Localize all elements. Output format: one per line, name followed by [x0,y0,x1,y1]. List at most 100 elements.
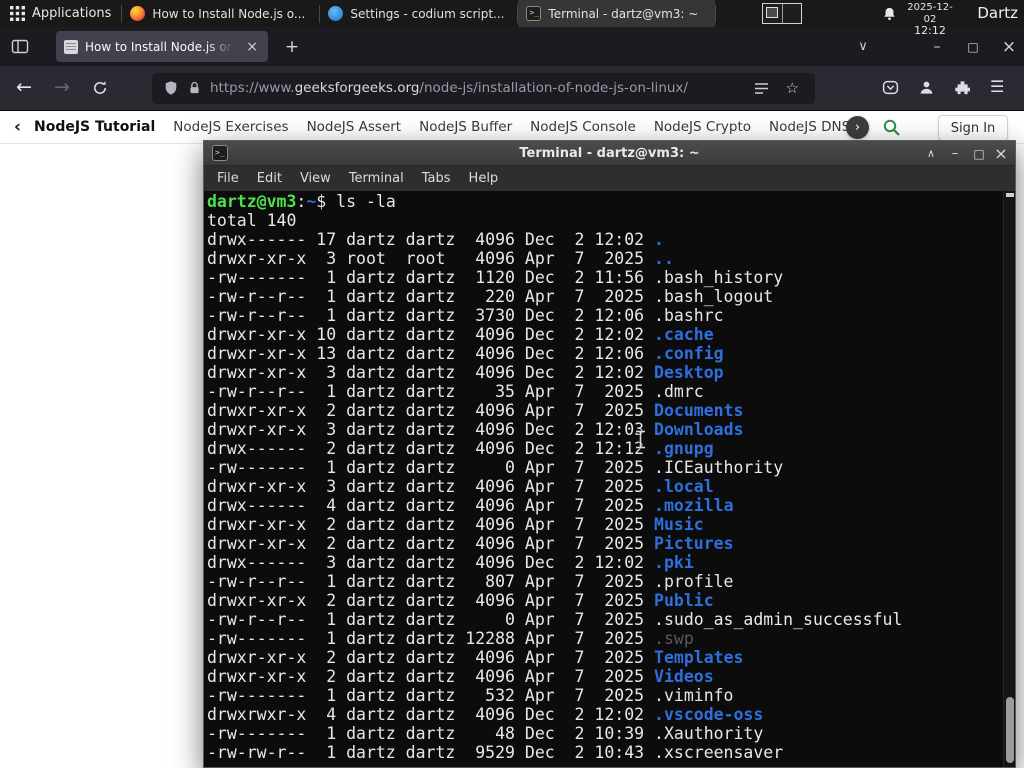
terminal-line: total 140 [207,211,297,230]
applications-menu-button[interactable]: Applications [0,0,121,27]
workspace-switcher[interactable] [762,3,802,24]
site-nav-item-nodejs-assert[interactable]: NodeJS Assert [307,119,402,135]
clock-date: 2025-12-02 [907,2,953,25]
scrollbar-tick [1006,193,1014,197]
mouse-cursor-ibeam [636,430,645,449]
window-maximize-button[interactable]: □ [958,31,988,62]
terminal-line: drwxr-xr-x 10 dartz dartz 4096 Dec 2 12:… [207,325,714,344]
bookmark-star-icon[interactable]: ☆ [786,73,799,104]
top-panel: Applications How to Install Node.js o...… [0,0,1024,37]
taskbar-item-how-to-install-node-js-o[interactable]: How to Install Node.js o... [122,0,319,27]
site-nav-item-nodejs-buffer[interactable]: NodeJS Buffer [419,119,512,135]
site-nav-item-nodejs-tutorial[interactable]: NodeJS Tutorial [34,119,155,135]
applications-grid-icon [10,6,25,21]
list-all-tabs-icon[interactable]: ∨ [850,31,876,62]
terminal-icon [526,6,542,21]
terminal-line: -rw------- 1 dartz dartz 12288 Apr 7 202… [207,629,694,648]
url-text: https://www.geeksforgeeks.org/node-js/in… [210,73,688,104]
terminal-line: drwxr-xr-x 2 dartz dartz 4096 Apr 7 2025… [207,534,734,553]
terminal-minimize-button[interactable]: – [943,141,967,166]
tab-title: How to Install Node.js on [85,39,235,54]
terminal-shade-button[interactable]: ∧ [919,141,943,166]
menu-item-help[interactable]: Help [460,166,508,191]
terminal-line: -rw-rw-r-- 1 dartz dartz 9529 Dec 2 10:4… [207,743,784,762]
terminal-line: -rw-r--r-- 1 dartz dartz 807 Apr 7 2025 … [207,572,734,591]
workspace-1[interactable] [763,4,783,23]
site-search-icon[interactable] [882,118,901,137]
workspace-2[interactable] [783,4,802,23]
new-tab-button[interactable]: + [280,35,304,59]
terminal-line: drwxr-xr-x 3 dartz dartz 4096 Dec 2 12:0… [207,363,724,382]
lock-icon[interactable] [187,80,202,96]
site-nav-item-nodejs-dns[interactable]: NodeJS DNS [769,119,850,135]
terminal-line: drwx------ 2 dartz dartz 4096 Dec 2 12:1… [207,439,714,458]
terminal-window: Terminal - dartz@vm3: ~ ∧ – □ × FileEdit… [203,140,1016,768]
menu-item-edit[interactable]: Edit [248,166,291,191]
browser-toolbar: ← → https://www.geeksforgeeks.org/node-j… [0,66,1024,111]
menu-item-view[interactable]: View [291,166,340,191]
tracking-shield-icon[interactable] [163,80,179,97]
terminal-line: -rw-r--r-- 1 dartz dartz 3730 Dec 2 12:0… [207,306,724,325]
menu-item-terminal[interactable]: Terminal [340,166,413,191]
terminal-line: -rw------- 1 dartz dartz 48 Dec 2 10:39 … [207,724,764,743]
tab-close-icon[interactable]: × [244,39,260,55]
terminal-line: drwxrwxr-x 4 dartz dartz 4096 Dec 2 12:0… [207,705,764,724]
terminal-line: -rw-r--r-- 1 dartz dartz 35 Apr 7 2025 .… [207,382,704,401]
menu-item-tabs[interactable]: Tabs [413,166,460,191]
taskbar-item-label: Terminal - dartz@vm3: ~ [548,6,699,21]
terminal-window-title: Terminal - dartz@vm3: ~ [519,145,700,161]
url-protocol: https://www. [210,80,295,96]
notification-bell-icon[interactable] [882,6,897,22]
site-nav-item-nodejs-exercises[interactable]: NodeJS Exercises [173,119,288,135]
panel-task-list: How to Install Node.js o... Settings - co… [122,0,716,27]
terminal-maximize-button[interactable]: □ [967,141,991,166]
menu-item-file[interactable]: File [208,166,248,191]
url-bar[interactable]: https://www.geeksforgeeks.org/node-js/in… [152,73,815,104]
firefox-icon [130,6,146,21]
applications-menu-label: Applications [32,6,112,21]
terminal-close-button[interactable]: × [989,141,1013,166]
panel-separator [715,4,717,23]
reload-icon[interactable] [92,80,108,96]
screen: Applications How to Install Node.js o...… [0,0,1024,768]
terminal-scrollbar[interactable] [1003,191,1015,767]
taskbar-item-label: Settings - codium script... [350,6,505,21]
terminal-line: drwxr-xr-x 2 dartz dartz 4096 Apr 7 2025… [207,515,704,534]
extensions-puzzle-icon[interactable] [954,79,971,96]
scrollbar-thumb[interactable] [1006,697,1014,763]
terminal-titlebar[interactable]: Terminal - dartz@vm3: ~ ∧ – □ × [204,141,1015,166]
terminal-line: drwxr-xr-x 2 dartz dartz 4096 Apr 7 2025… [207,591,714,610]
firefox-view-icon[interactable] [10,37,30,56]
browser-tab-bar: How to Install Node.js on × + ∨ – □ × [0,27,1024,66]
site-nav-items: NodeJS Tutorial NodeJS Exercises NodeJS As… [34,119,852,135]
nav-scroll-left-icon[interactable]: ‹ [14,117,21,137]
terminal-app-icon [212,145,228,161]
terminal-output: dartz@vm3:~$ ls -la total 140 drwx------ 1… [205,191,1002,767]
terminal-menubar-items: File Edit View Terminal Tabs Help [204,166,1015,191]
reader-mode-icon[interactable] [754,81,769,96]
clock-time: 12:12 [914,24,946,37]
workspace-window-thumb [766,7,778,18]
terminal-line: drwxr-xr-x 2 dartz dartz 4096 Apr 7 2025… [207,401,744,420]
back-button[interactable]: ← [16,76,32,98]
terminal-line: -rw-r--r-- 1 dartz dartz 220 Apr 7 2025 … [207,287,774,306]
menu-hamburger-icon[interactable]: ☰ [990,77,1004,96]
nav-scroll-right-icon[interactable]: › [846,116,869,139]
account-icon[interactable] [918,79,935,96]
taskbar-item-settings-codium-script[interactable]: Settings - codium script... [320,0,517,27]
window-close-button[interactable]: × [994,31,1024,62]
forward-button[interactable]: → [54,76,70,98]
terminal-line: drwx------ 3 dartz dartz 4096 Dec 2 12:0… [207,553,694,572]
terminal-line: dartz@vm3:~$ ls -la [207,192,396,211]
terminal-line: drwxr-xr-x 2 dartz dartz 4096 Apr 7 2025… [207,667,714,686]
site-nav-item-nodejs-crypto[interactable]: NodeJS Crypto [654,119,751,135]
pocket-icon[interactable] [882,79,899,96]
taskbar-item-terminal-dartz-vm3[interactable]: Terminal - dartz@vm3: ~ [518,0,716,27]
panel-clock[interactable]: 2025-12-02 12:12 [901,2,959,38]
sign-in-button[interactable]: Sign In [938,115,1008,141]
terminal-line: drwxr-xr-x 3 root root 4096 Apr 7 2025 .… [207,249,674,268]
panel-user-name: Dartz [977,4,1018,22]
browser-tab[interactable]: How to Install Node.js on × [56,31,268,62]
terminal-line: drwxr-xr-x 13 dartz dartz 4096 Dec 2 12:… [207,344,724,363]
site-nav-item-nodejs-console[interactable]: NodeJS Console [530,119,636,135]
